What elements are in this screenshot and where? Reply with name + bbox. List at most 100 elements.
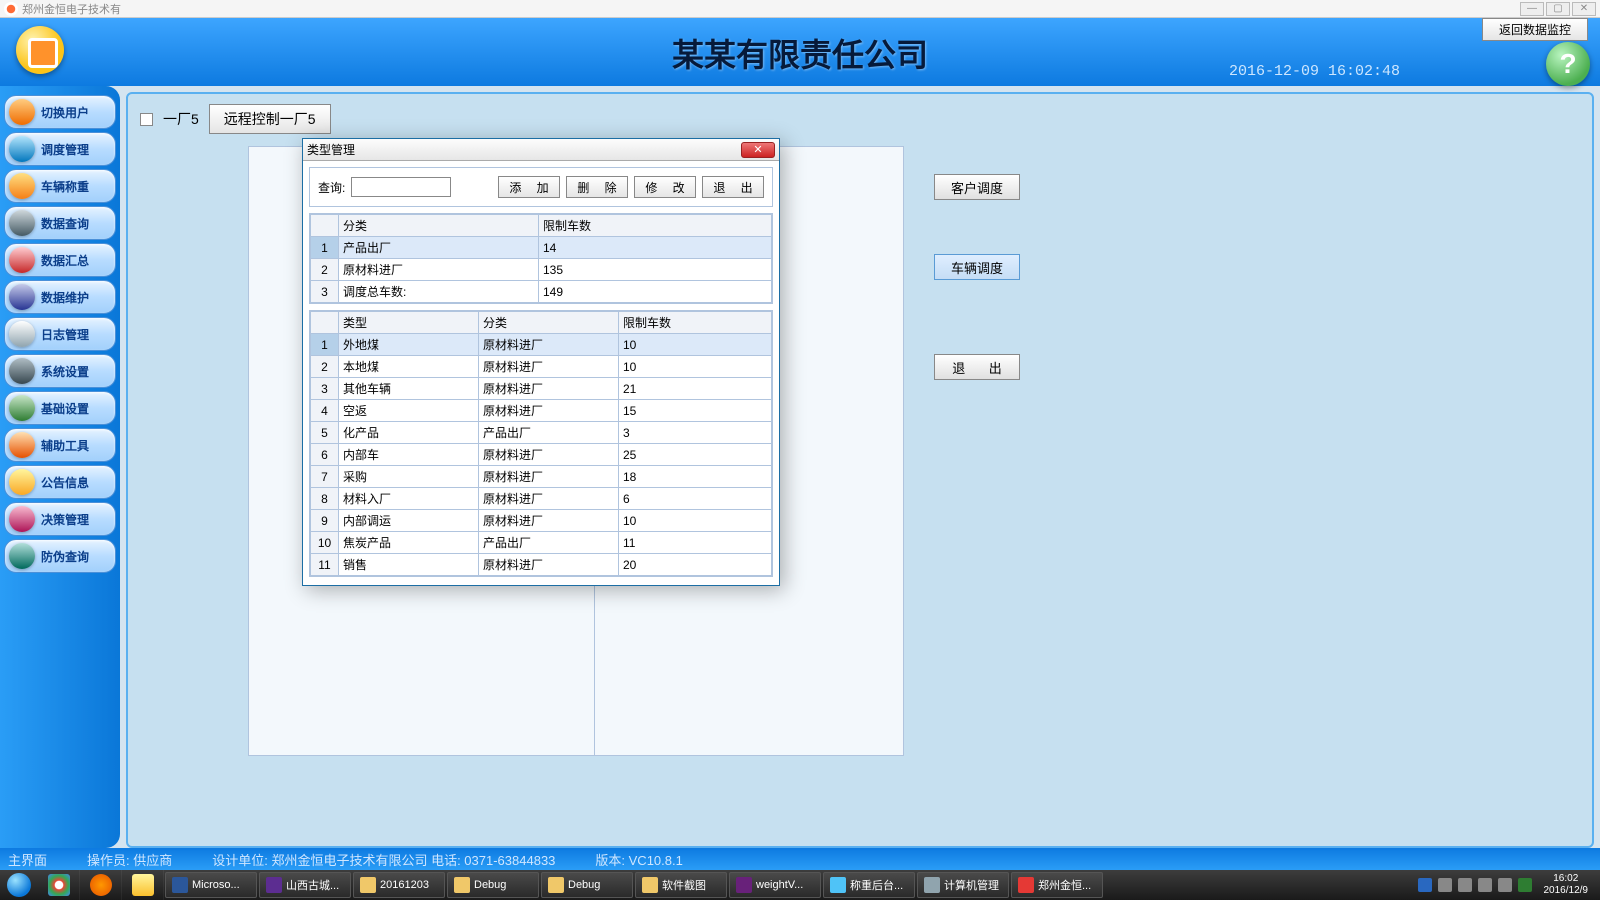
table-cell[interactable]: 原材料进厂	[479, 356, 619, 378]
taskbar-item-8[interactable]: 计算机管理	[917, 872, 1009, 898]
row-header[interactable]: 5	[311, 422, 339, 444]
table-cell[interactable]: 6	[619, 488, 772, 510]
minimize-button[interactable]: —	[1520, 2, 1544, 16]
taskbar-item-9[interactable]: 郑州金恒...	[1011, 872, 1103, 898]
row-header[interactable]: 6	[311, 444, 339, 466]
col-header[interactable]: 类型	[339, 312, 479, 334]
table-cell[interactable]: 原材料进厂	[479, 488, 619, 510]
table-cell[interactable]: 产品出厂	[479, 422, 619, 444]
sidebar-item-11[interactable]: 决策管理	[4, 502, 116, 536]
vehicle-dispatch-button[interactable]: 车辆调度	[934, 254, 1020, 280]
table-cell[interactable]: 15	[619, 400, 772, 422]
table-cell[interactable]: 本地煤	[339, 356, 479, 378]
sidebar-item-5[interactable]: 数据维护	[4, 280, 116, 314]
table-cell[interactable]: 焦炭产品	[339, 532, 479, 554]
table-cell[interactable]: 内部调运	[339, 510, 479, 532]
pinned-app[interactable]	[122, 870, 164, 900]
sidebar-item-8[interactable]: 基础设置	[4, 391, 116, 425]
row-header[interactable]: 2	[311, 259, 339, 281]
tray-net-icon[interactable]	[1498, 878, 1512, 892]
table-cell[interactable]: 21	[619, 378, 772, 400]
col-header[interactable]: 限制车数	[539, 215, 772, 237]
factory-checkbox[interactable]	[140, 113, 153, 126]
tray-lang-icon[interactable]	[1418, 878, 1432, 892]
table-cell[interactable]: 20	[619, 554, 772, 576]
row-header[interactable]: 11	[311, 554, 339, 576]
taskbar-item-3[interactable]: Debug	[447, 872, 539, 898]
table-cell[interactable]: 原材料进厂	[339, 259, 539, 281]
table-cell[interactable]: 原材料进厂	[479, 334, 619, 356]
table-cell[interactable]: 采购	[339, 466, 479, 488]
row-header[interactable]: 4	[311, 400, 339, 422]
taskbar-item-6[interactable]: weightV...	[729, 872, 821, 898]
row-header[interactable]: 8	[311, 488, 339, 510]
maximize-button[interactable]: ▢	[1546, 2, 1570, 16]
tray-up-icon[interactable]	[1438, 878, 1452, 892]
table-cell[interactable]: 内部车	[339, 444, 479, 466]
table-cell[interactable]: 原材料进厂	[479, 554, 619, 576]
start-button[interactable]	[0, 870, 38, 900]
row-header[interactable]: 10	[311, 532, 339, 554]
table-cell[interactable]: 原材料进厂	[479, 444, 619, 466]
sidebar-item-7[interactable]: 系统设置	[4, 354, 116, 388]
dialog-titlebar[interactable]: 类型管理 ✕	[303, 139, 779, 161]
row-header[interactable]: 1	[311, 237, 339, 259]
sidebar-item-4[interactable]: 数据汇总	[4, 243, 116, 277]
pinned-firefox[interactable]	[80, 870, 122, 900]
dialog-exit-button[interactable]: 退 出	[702, 176, 764, 198]
table-cell[interactable]: 产品出厂	[479, 532, 619, 554]
table-cell[interactable]: 其他车辆	[339, 378, 479, 400]
table-cell[interactable]: 14	[539, 237, 772, 259]
table-cell[interactable]: 10	[619, 334, 772, 356]
table-cell[interactable]: 10	[619, 510, 772, 532]
query-input[interactable]	[351, 177, 451, 197]
taskbar-item-4[interactable]: Debug	[541, 872, 633, 898]
table-cell[interactable]: 11	[619, 532, 772, 554]
table-cell[interactable]: 3	[619, 422, 772, 444]
help-icon[interactable]: ?	[1546, 42, 1590, 86]
row-header[interactable]: 3	[311, 378, 339, 400]
sidebar-item-0[interactable]: 切换用户	[4, 95, 116, 129]
table-cell[interactable]: 10	[619, 356, 772, 378]
table-cell[interactable]: 135	[539, 259, 772, 281]
dialog-close-button[interactable]: ✕	[741, 142, 775, 158]
delete-button[interactable]: 删 除	[566, 176, 628, 198]
table-cell[interactable]: 原材料进厂	[479, 466, 619, 488]
table-cell[interactable]: 材料入厂	[339, 488, 479, 510]
table-cell[interactable]: 25	[619, 444, 772, 466]
tray-volume-icon[interactable]	[1478, 878, 1492, 892]
table-cell[interactable]: 调度总车数:	[339, 281, 539, 303]
sidebar-item-2[interactable]: 车辆称重	[4, 169, 116, 203]
taskbar-item-1[interactable]: 山西古城...	[259, 872, 351, 898]
taskbar-item-2[interactable]: 20161203	[353, 872, 445, 898]
sidebar-item-9[interactable]: 辅助工具	[4, 428, 116, 462]
sidebar-item-3[interactable]: 数据查询	[4, 206, 116, 240]
row-header[interactable]: 2	[311, 356, 339, 378]
col-header[interactable]: 分类	[339, 215, 539, 237]
back-to-data-button[interactable]: 返回数据监控	[1482, 18, 1588, 41]
tray-flag-icon[interactable]	[1458, 878, 1472, 892]
exit-button[interactable]: 退 出	[934, 354, 1020, 380]
close-button[interactable]: ✕	[1572, 2, 1596, 16]
table-cell[interactable]: 18	[619, 466, 772, 488]
row-header[interactable]: 3	[311, 281, 339, 303]
row-header[interactable]: 1	[311, 334, 339, 356]
table-cell[interactable]: 149	[539, 281, 772, 303]
tray-shield-icon[interactable]	[1518, 878, 1532, 892]
table-cell[interactable]: 原材料进厂	[479, 400, 619, 422]
row-header[interactable]: 9	[311, 510, 339, 532]
table-cell[interactable]: 产品出厂	[339, 237, 539, 259]
modify-button[interactable]: 修 改	[634, 176, 696, 198]
sidebar-item-6[interactable]: 日志管理	[4, 317, 116, 351]
table-cell[interactable]: 外地煤	[339, 334, 479, 356]
table-cell[interactable]: 原材料进厂	[479, 378, 619, 400]
sidebar-item-10[interactable]: 公告信息	[4, 465, 116, 499]
taskbar-item-7[interactable]: 称重后台...	[823, 872, 915, 898]
remote-control-button[interactable]: 远程控制一厂5	[209, 104, 331, 134]
taskbar-item-5[interactable]: 软件截图	[635, 872, 727, 898]
row-header[interactable]: 7	[311, 466, 339, 488]
sidebar-item-1[interactable]: 调度管理	[4, 132, 116, 166]
sidebar-item-12[interactable]: 防伪查询	[4, 539, 116, 573]
col-header[interactable]: 限制车数	[619, 312, 772, 334]
table-cell[interactable]: 空返	[339, 400, 479, 422]
